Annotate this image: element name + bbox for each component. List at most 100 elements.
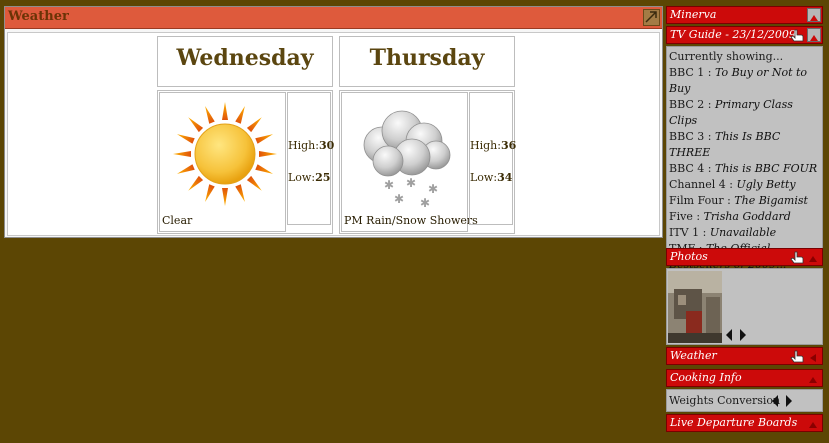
arrow-right-icon [740, 329, 746, 341]
sidebar-header-live-departures[interactable]: Live Departure Boards [666, 414, 823, 432]
forecast-day-wednesday: Wednesday Clear High:30 Low:25 [157, 36, 334, 234]
cooking-item[interactable]: Weights Conversion [667, 393, 780, 409]
rain-snow-cloud-icon: ✱ ✱ ✱ ✱ ✱ [363, 110, 451, 210]
condition-text: Clear [162, 214, 193, 227]
channel-name: BBC 4 : [669, 162, 715, 175]
condition-text: PM Rain/Snow Showers [344, 214, 478, 227]
day-header: Thursday [339, 36, 515, 87]
sidebar-header-weather[interactable]: Weather [666, 347, 823, 365]
photo-thumbnail[interactable] [668, 271, 722, 343]
sidebar-header-label: Cooking Info [670, 371, 742, 384]
collapse-icon [809, 377, 817, 383]
cooking-prev-button[interactable] [770, 393, 780, 412]
hand-pointer-icon [790, 251, 804, 264]
low-label: Low: [288, 171, 316, 184]
high-temp: High:36 [470, 139, 516, 152]
drag-handle[interactable] [790, 28, 804, 42]
tv-listing[interactable]: Film Four : The Bigamist [667, 193, 822, 209]
forecast-day-thursday: Thursday ✱ ✱ ✱ ✱ ✱ PM Rain/Snow Showers … [339, 36, 516, 234]
channel-name: BBC 3 : [669, 130, 715, 143]
sidebar-header-cooking-info[interactable]: Cooking Info [666, 369, 823, 387]
hand-pointer-icon [790, 350, 804, 363]
photo-next-button[interactable] [738, 327, 748, 346]
sidebar: Minerva TV Guide - 23/12/2009 Currently … [666, 6, 823, 440]
sidebar-header-tv-guide[interactable]: TV Guide - 23/12/2009 [666, 26, 823, 44]
svg-text:✱: ✱ [420, 196, 430, 210]
collapse-button[interactable] [807, 8, 821, 22]
high-value: 36 [500, 139, 517, 152]
collapse-icon [809, 422, 817, 428]
channel-name: Channel 4 : [669, 178, 737, 191]
collapse-icon [809, 256, 817, 262]
photo-image [668, 271, 722, 343]
svg-text:✱: ✱ [394, 192, 404, 206]
show-title: The Bigamist [734, 194, 808, 207]
sidebar-header-label: TV Guide - 23/12/2009 [670, 28, 796, 41]
weather-title: Weather [8, 9, 69, 24]
svg-text:✱: ✱ [428, 182, 438, 196]
high-label: High: [288, 139, 319, 152]
cooking-next-button[interactable] [784, 393, 794, 412]
low-value: 34 [497, 171, 513, 184]
hand-pointer-icon [790, 29, 804, 42]
temperature-frame: High:36 Low:34 [469, 92, 516, 225]
channel-name: Five : [669, 210, 704, 223]
drag-handle[interactable] [790, 250, 804, 264]
day-name: Wednesday [176, 45, 314, 71]
high-temp: High:30 [288, 139, 334, 152]
tv-listing[interactable]: BBC 4 : This is BBC FOUR [667, 161, 822, 177]
collapse-button[interactable] [807, 250, 821, 264]
drag-handle[interactable] [790, 349, 804, 363]
sidebar-header-minerva[interactable]: Minerva [666, 6, 823, 24]
tv-listing[interactable]: ITV 1 : Unavailable [667, 225, 822, 241]
cooking-info-body: Weights Conversion [666, 389, 823, 412]
tv-listing[interactable]: Channel 4 : Ugly Betty [667, 177, 822, 193]
photo-prev-button[interactable] [724, 327, 734, 346]
collapse-icon [645, 11, 657, 23]
weather-titlebar[interactable]: Weather [5, 7, 662, 29]
collapse-button[interactable] [643, 9, 660, 26]
sidebar-header-label: Live Departure Boards [670, 416, 798, 429]
day-name: Thursday [369, 45, 485, 71]
arrow-left-icon [810, 354, 816, 362]
high-label: High: [470, 139, 501, 152]
collapse-button[interactable] [807, 416, 821, 430]
show-title: This is BBC FOUR [714, 162, 818, 175]
show-title: Unavailable [709, 226, 777, 239]
sidebar-header-label: Photos [670, 250, 708, 263]
channel-name: BBC 1 : [669, 66, 715, 79]
weather-panel: Weather Wednesday Clear High:30 Low:25 T… [4, 6, 663, 238]
low-temp: Low:25 [288, 171, 330, 184]
arrow-right-icon [786, 395, 792, 407]
expand-button[interactable] [807, 349, 821, 363]
sun-icon [173, 102, 277, 206]
tv-listing[interactable]: BBC 3 : This Is BBC THREE [667, 129, 822, 161]
low-temp: Low:34 [470, 171, 512, 184]
collapse-icon [810, 35, 818, 41]
high-value: 30 [318, 139, 335, 152]
channel-name: BBC 2 : [669, 98, 715, 111]
channel-name: ITV 1 : [669, 226, 710, 239]
collapse-icon [810, 15, 818, 21]
svg-text:✱: ✱ [384, 178, 394, 192]
sidebar-header-photos[interactable]: Photos [666, 248, 823, 266]
svg-text:✱: ✱ [406, 176, 416, 190]
tv-guide-body: Currently showing... BBC 1 : To Buy or N… [666, 46, 823, 271]
temperature-frame: High:30 Low:25 [287, 92, 334, 225]
arrow-left-icon [726, 329, 732, 341]
photos-body [666, 268, 823, 345]
day-body: Clear High:30 Low:25 [157, 90, 334, 234]
icon-frame: ✱ ✱ ✱ ✱ ✱ PM Rain/Snow Showers [341, 92, 478, 232]
tv-listing[interactable]: Five : Trisha Goddard [667, 209, 822, 225]
sidebar-header-label: Minerva [670, 8, 717, 21]
collapse-button[interactable] [807, 371, 821, 385]
low-value: 25 [315, 171, 331, 184]
day-header: Wednesday [157, 36, 333, 87]
collapse-button[interactable] [807, 28, 821, 42]
forecast-area: Wednesday Clear High:30 Low:25 Thursday … [7, 32, 660, 236]
low-label: Low: [470, 171, 498, 184]
tv-listing[interactable]: BBC 1 : To Buy or Not to Buy [667, 65, 822, 97]
tv-listing[interactable]: BBC 2 : Primary Class Clips [667, 97, 822, 129]
arrow-left-icon [772, 395, 778, 407]
show-title: Ugly Betty [736, 178, 796, 191]
